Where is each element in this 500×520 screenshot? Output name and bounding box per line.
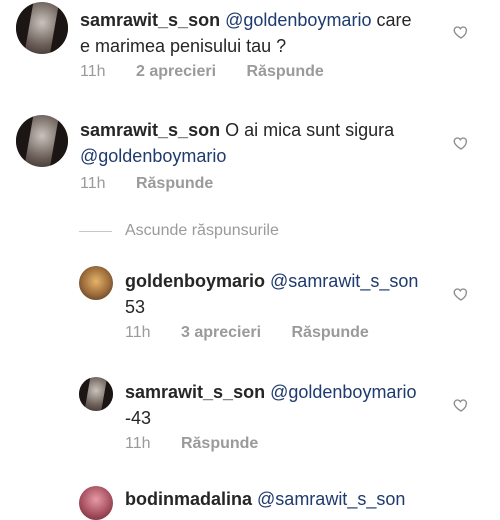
reply-text: bodinmadalina @samrawit_s_son bbox=[125, 486, 405, 512]
comment-body: O ai mica sunt sigura bbox=[220, 120, 395, 140]
like-heart-icon[interactable] bbox=[453, 397, 469, 413]
like-heart-icon[interactable] bbox=[453, 24, 469, 40]
avatar[interactable] bbox=[79, 486, 113, 520]
mention-link[interactable]: @goldenboymario bbox=[225, 10, 371, 30]
username[interactable]: goldenboymario bbox=[125, 271, 265, 291]
timestamp: 11h bbox=[125, 435, 151, 452]
reply-body: 53 bbox=[125, 297, 146, 317]
reply-button[interactable]: Răspunde bbox=[246, 63, 323, 80]
like-heart-icon[interactable] bbox=[453, 286, 469, 302]
comment-meta: 11h Răspunde bbox=[80, 174, 239, 194]
reply-button[interactable]: Răspunde bbox=[291, 324, 368, 341]
reply-button[interactable]: Răspunde bbox=[181, 435, 258, 452]
mention-link[interactable]: @goldenboymario bbox=[270, 382, 416, 402]
comment-body: care bbox=[371, 10, 412, 30]
avatar[interactable] bbox=[79, 377, 113, 411]
mention-link[interactable]: @samrawit_s_son bbox=[270, 271, 418, 291]
username[interactable]: bodinmadalina bbox=[125, 489, 252, 509]
comment-meta: 11h 2 aprecieri Răspunde bbox=[80, 62, 350, 82]
username[interactable]: samrawit_s_son bbox=[80, 120, 220, 140]
username[interactable]: samrawit_s_son bbox=[125, 382, 265, 402]
avatar[interactable] bbox=[16, 115, 68, 167]
likes-count[interactable]: 3 aprecieri bbox=[181, 324, 261, 341]
timestamp: 11h bbox=[80, 175, 106, 192]
reply-body: -43 bbox=[125, 408, 152, 428]
reply-button[interactable]: Răspunde bbox=[136, 175, 213, 192]
reply-text: samrawit_s_son @goldenboymario -43 bbox=[125, 379, 416, 431]
avatar[interactable] bbox=[16, 2, 68, 54]
timestamp: 11h bbox=[80, 63, 106, 80]
like-heart-icon[interactable] bbox=[453, 135, 469, 151]
divider-line bbox=[79, 231, 112, 232]
comment-text: samrawit_s_son @goldenboymario care e ma… bbox=[80, 7, 411, 59]
reply-meta: 11h Răspunde bbox=[125, 434, 284, 454]
username[interactable]: samrawit_s_son bbox=[80, 10, 220, 30]
hide-replies-label[interactable]: Ascunde răspunsurile bbox=[125, 221, 279, 241]
likes-count[interactable]: 2 aprecieri bbox=[136, 63, 216, 80]
reply-meta: 11h 3 aprecieri Răspunde bbox=[125, 323, 395, 343]
reply-text: goldenboymario @samrawit_s_son 53 bbox=[125, 268, 418, 320]
mention-link[interactable]: @samrawit_s_son bbox=[257, 489, 405, 509]
avatar[interactable] bbox=[79, 266, 113, 300]
comment-body-line2: e marimea penisului tau ? bbox=[80, 36, 287, 56]
mention-link[interactable]: @goldenboymario bbox=[80, 146, 226, 166]
comment-text: samrawit_s_son O ai mica sunt sigura @go… bbox=[80, 117, 394, 169]
timestamp: 11h bbox=[125, 324, 151, 341]
